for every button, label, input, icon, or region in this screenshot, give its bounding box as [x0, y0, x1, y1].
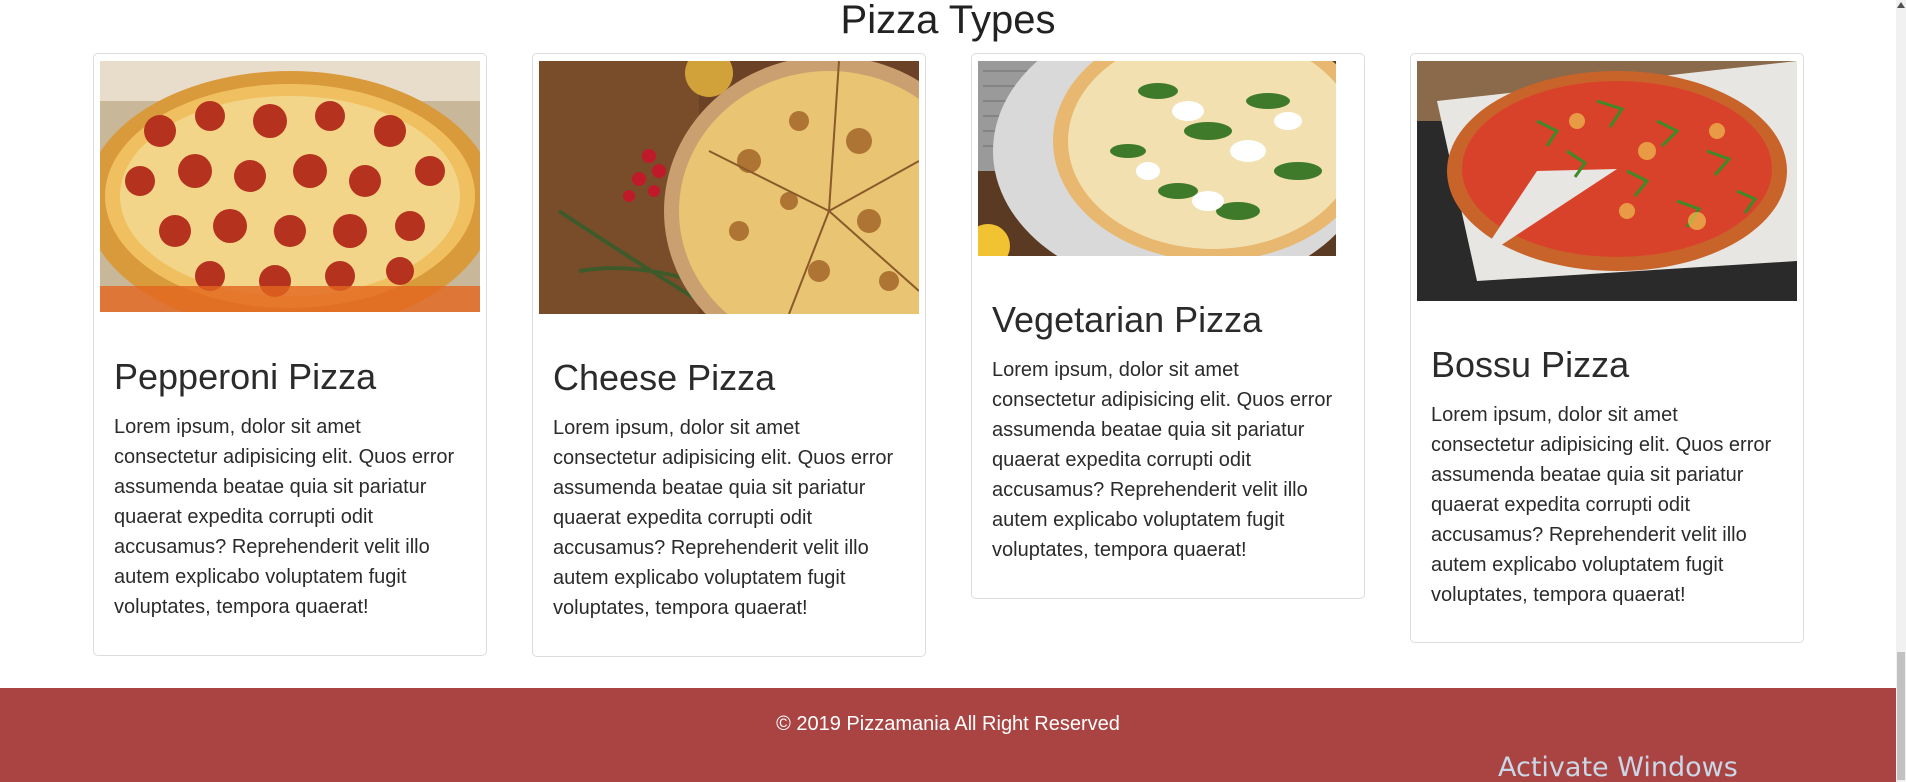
bossu-pizza-image	[1417, 61, 1797, 301]
cheese-pizza-image	[539, 61, 919, 314]
card-title: Vegetarian Pizza	[992, 299, 1263, 340]
card-text: Lorem ipsum, dolor sit amet consectetur …	[114, 416, 455, 618]
footer-copyright: © 2019 Pizzamania All Right Reserved	[776, 713, 1120, 735]
scroll-up-arrow-icon[interactable]	[1897, 2, 1905, 8]
card-text: Lorem ipsum, dolor sit amet consectetur …	[553, 417, 894, 619]
pepperoni-pizza-image	[100, 61, 480, 312]
pizza-card: Bossu Pizza Lorem ipsum, dolor sit amet …	[1410, 53, 1804, 643]
activate-windows-watermark: Activate Windows	[1498, 752, 1738, 782]
section-title: Pizza Types	[840, 0, 1056, 42]
scrollbar-thumb[interactable]	[1897, 652, 1905, 780]
pizza-card: Pepperoni Pizza Lorem ipsum, dolor sit a…	[93, 53, 487, 656]
card-title: Cheese Pizza	[553, 357, 776, 398]
pizza-card: Vegetarian Pizza Lorem ipsum, dolor sit …	[971, 53, 1365, 599]
card-text: Lorem ipsum, dolor sit amet consectetur …	[992, 359, 1333, 561]
vegetarian-pizza-image	[978, 61, 1358, 256]
card-text: Lorem ipsum, dolor sit amet consectetur …	[1431, 404, 1772, 606]
pizza-card: Cheese Pizza Lorem ipsum, dolor sit amet…	[532, 53, 926, 657]
page: Pizza Types Pepperoni Pizza Lorem ipsum,…	[0, 0, 1906, 782]
vertical-scrollbar[interactable]	[1896, 0, 1906, 782]
card-title: Pepperoni Pizza	[114, 356, 377, 397]
card-title: Bossu Pizza	[1431, 344, 1630, 385]
